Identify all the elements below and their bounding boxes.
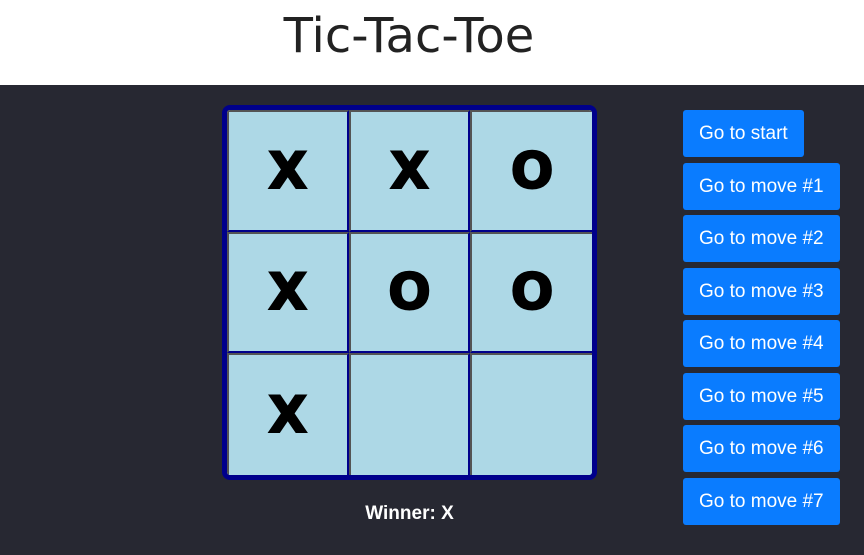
move-history-item: Go to start: [683, 110, 840, 163]
board-square-6[interactable]: X: [227, 353, 349, 475]
move-history-item: Go to move #2: [683, 215, 840, 268]
go-to-move-1-button[interactable]: Go to move #1: [683, 162, 840, 210]
board-square-3[interactable]: X: [227, 231, 349, 354]
go-to-start-button[interactable]: Go to start: [683, 110, 804, 157]
game-status: Winner: X: [365, 503, 454, 524]
board-square-7[interactable]: [348, 353, 471, 475]
header: Tic-Tac-Toe: [0, 0, 864, 85]
board-square-4[interactable]: O: [348, 231, 471, 354]
board-square-0[interactable]: X: [227, 110, 349, 232]
move-history-item: Go to move #4: [683, 320, 840, 373]
move-history: Go to start Go to move #1 Go to move #2 …: [683, 110, 840, 530]
move-history-item: Go to move #6: [683, 425, 840, 478]
move-history-item: Go to move #3: [683, 267, 840, 321]
go-to-move-2-button[interactable]: Go to move #2: [683, 215, 840, 262]
board-square-1[interactable]: X: [348, 110, 471, 232]
game-board: X X O X O O X: [222, 105, 597, 480]
go-to-move-4-button[interactable]: Go to move #4: [683, 320, 840, 367]
go-to-move-6-button[interactable]: Go to move #6: [683, 425, 840, 472]
board-square-8[interactable]: [470, 353, 592, 475]
board-square-5[interactable]: O: [470, 231, 592, 354]
move-history-item: Go to move #7: [683, 477, 840, 531]
go-to-move-5-button[interactable]: Go to move #5: [683, 372, 840, 420]
move-history-item: Go to move #5: [683, 372, 840, 426]
board-square-2[interactable]: O: [470, 110, 592, 232]
page-title: Tic-Tac-Toe: [283, 8, 535, 64]
go-to-move-7-button[interactable]: Go to move #7: [683, 477, 840, 525]
move-history-item: Go to move #1: [683, 162, 840, 216]
go-to-move-3-button[interactable]: Go to move #3: [683, 267, 840, 315]
